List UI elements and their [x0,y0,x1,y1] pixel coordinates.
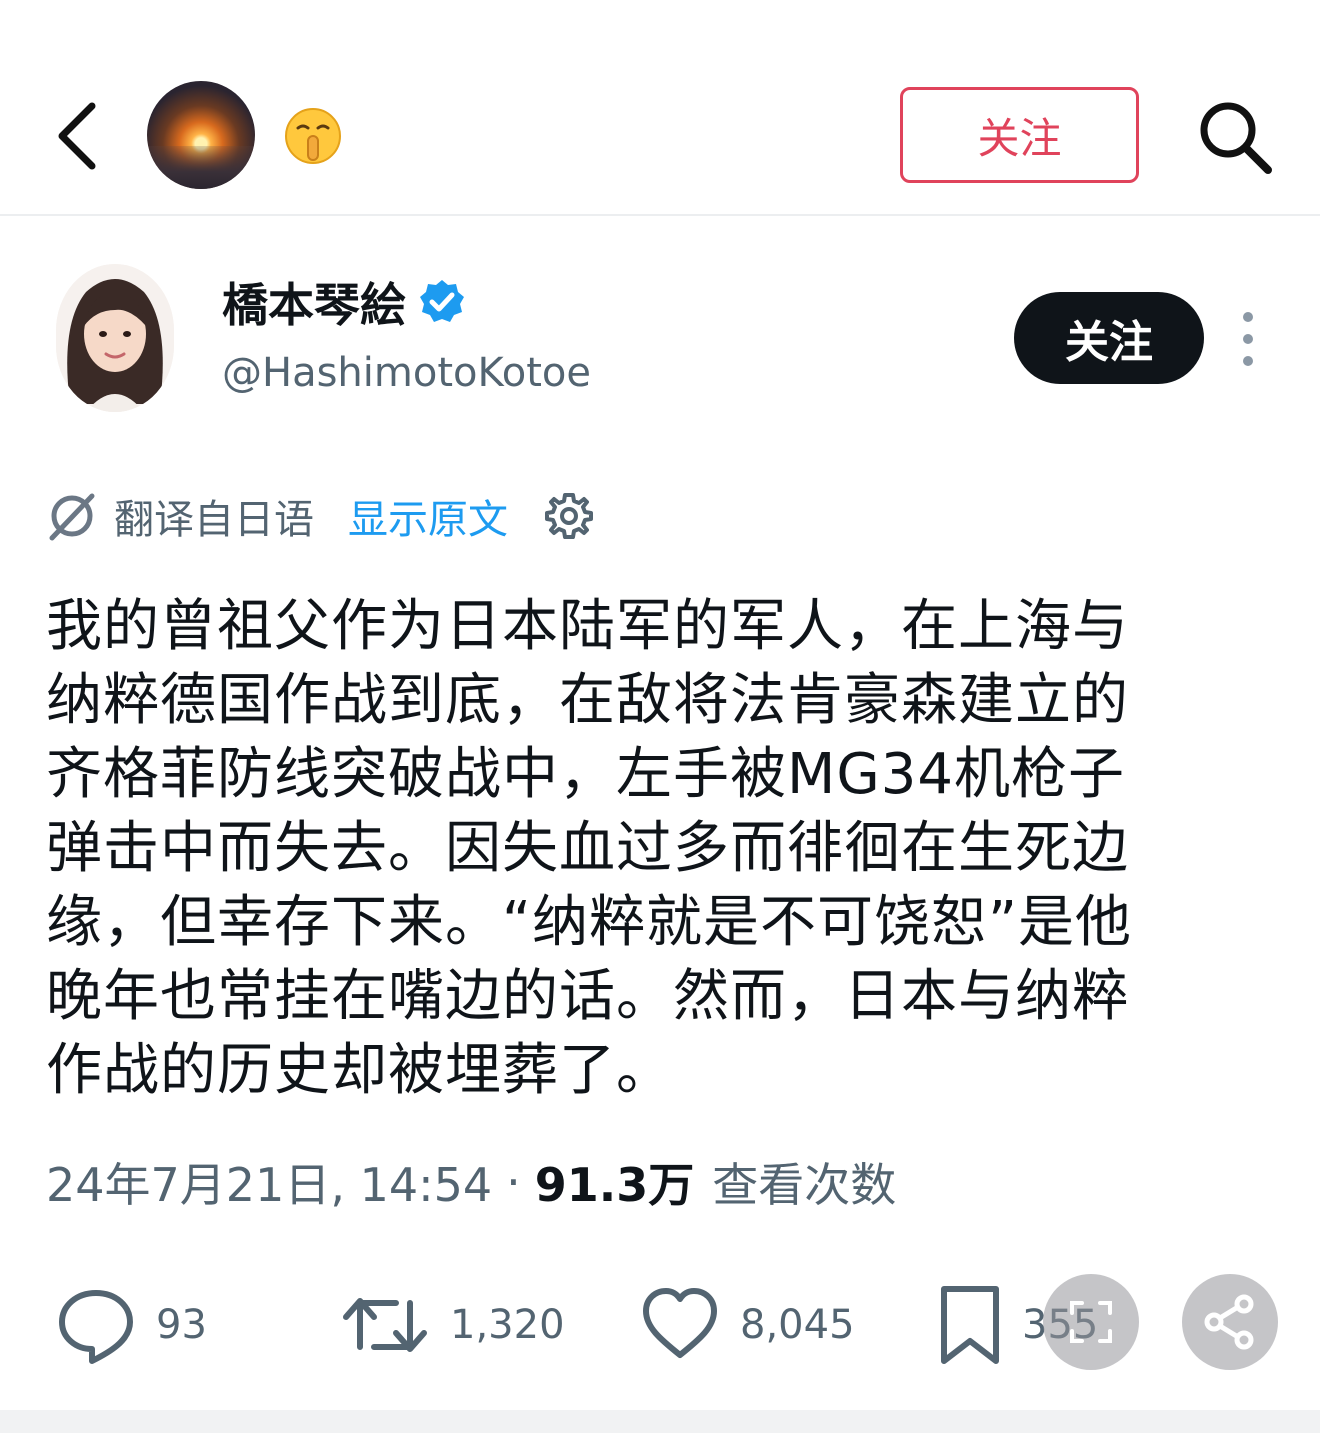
bottom-divider [0,1410,1320,1433]
verified-badge-icon [420,280,464,322]
more-options-button[interactable] [1230,312,1266,366]
translation-settings-button[interactable] [542,489,596,543]
screenshot-icon [1070,1301,1112,1343]
chevron-left-icon [58,102,96,170]
profile-avatar[interactable] [147,81,255,189]
shushing-face-icon [285,108,341,164]
tweet-timestamp[interactable]: 24年7月21日, 14:54 [46,1149,492,1215]
reply-count: 93 [156,1302,207,1348]
retweet-count: 1,320 [450,1302,565,1348]
follow-button[interactable]: 关注 [1014,292,1204,384]
search-button[interactable] [1190,92,1280,182]
author-name-row: 橋本琴絵 [222,270,466,334]
show-original-link[interactable]: 显示原文 [348,487,508,545]
retweet-icon [343,1298,427,1352]
heart-icon [643,1288,717,1358]
tweet-text-line: 弹击中而失去。因失血过多而徘徊在生死边 [46,816,1129,881]
author-handle[interactable]: @HashimotoKotoe [222,350,591,396]
floating-screenshot-button[interactable] [1043,1274,1139,1370]
translate-icon [49,493,95,541]
author-avatar[interactable] [56,264,174,412]
translation-row: 翻译自日语 显示原文 [46,486,596,546]
translated-from-label: 翻译自日语 [114,497,314,543]
author-display-name[interactable]: 橋本琴絵 [222,269,406,335]
more-dot-icon [1243,312,1253,322]
more-dot-icon [1243,334,1253,344]
tweet-meta-row: 24年7月21日, 14:54 · 91.3万 查看次数 [46,1150,896,1214]
view-count[interactable]: 91.3万 [535,1149,695,1215]
author-portrait [56,264,174,412]
retweet-button[interactable]: 1,320 [340,1270,565,1380]
bookmark-icon [941,1286,999,1364]
tweet-text-line: 作战的历史却被埋葬了。 [46,1038,673,1103]
search-icon [1200,102,1272,174]
tweet-text-line: 齐格菲防线突破战中，左手被MG34机枪子 [46,742,1125,807]
tweet-text-line: 我的曾祖父作为日本陆军的军人，在上海与 [46,594,1129,659]
floating-share-button[interactable] [1182,1274,1278,1370]
reply-button[interactable]: 93 [56,1270,207,1380]
tweet-text-line: 晚年也常挂在嘴边的话。然而，日本与纳粹 [46,964,1129,1029]
follow-button-outline[interactable]: 关注 [900,87,1139,183]
more-dot-icon [1243,356,1253,366]
reply-icon [59,1290,133,1364]
meta-separator: · [506,1155,521,1209]
avatar-sunset-clouds [147,145,255,189]
top-nav-bar: 关注 [0,0,1320,216]
tweet-text: 我的曾祖父作为日本陆军的军人，在上海与 纳粹德国作战到底，在敌将法肯豪森建立的 … [46,590,1236,1108]
shushing-face-emoji [283,106,343,166]
like-button[interactable]: 8,045 [640,1270,855,1380]
back-button[interactable] [46,96,106,176]
view-count-label: 查看次数 [712,1158,897,1212]
share-icon [1204,1294,1254,1350]
tweet-text-line: 缘，但幸存下来。“纳粹就是不可饶恕”是他 [46,890,1133,955]
like-count: 8,045 [740,1302,855,1348]
tweet-text-line: 纳粹德国作战到底，在敌将法肯豪森建立的 [46,668,1129,733]
gear-icon [545,493,593,539]
